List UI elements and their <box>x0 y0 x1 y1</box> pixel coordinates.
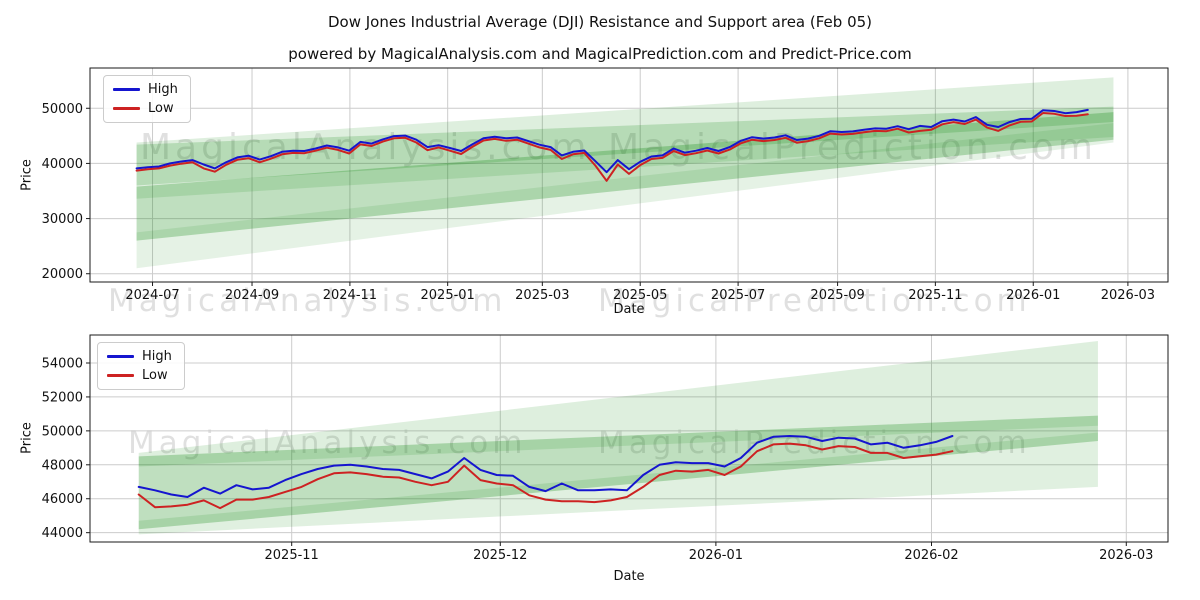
x-tick-label: 2025-07 <box>711 288 765 303</box>
legend: High Low <box>103 75 191 123</box>
legend-item-low: Low <box>113 102 178 115</box>
legend-label: High <box>142 349 172 364</box>
x-tick-label: 2024-09 <box>225 288 279 303</box>
y-tick-label: 20000 <box>42 267 83 282</box>
x-axis-label-top: Date <box>613 302 645 317</box>
figure-subtitle: powered by MagicalAnalysis.com and Magic… <box>288 45 912 63</box>
y-tick-label: 46000 <box>42 492 83 507</box>
x-axis-label-bottom: Date <box>613 569 645 584</box>
y-tick-label: 48000 <box>42 458 83 473</box>
legend-line-swatch <box>107 374 134 377</box>
y-tick-label: 40000 <box>42 157 83 172</box>
x-tick-label: 2026-01 <box>1006 288 1060 303</box>
x-tick-label: 2024-11 <box>323 288 377 303</box>
x-tick-label: 2025-09 <box>810 288 864 303</box>
y-tick-label: 50000 <box>42 102 83 117</box>
y-tick-label: 44000 <box>42 526 83 541</box>
y-axis-label-bottom: Price <box>19 422 35 454</box>
x-tick-label: 2025-05 <box>613 288 667 303</box>
figure-canvas: Dow Jones Industrial Average (DJI) Resis… <box>0 0 1200 600</box>
price-chart-recent-zoom: 2025-11 2025-12 2026-01 2026-02 2026-03 44000… <box>42 334 1169 563</box>
x-tick-label: 2026-03 <box>1101 288 1155 303</box>
legend-line-swatch <box>113 107 140 110</box>
y-axis-label-top: Price <box>19 159 35 191</box>
x-tick-label: 2026-02 <box>904 548 958 563</box>
x-tick-label: 2026-01 <box>689 548 743 563</box>
y-tick-label: 50000 <box>42 424 83 439</box>
legend-item-high: High <box>107 350 172 363</box>
legend-line-swatch <box>107 355 134 358</box>
x-tick-label: 2025-11 <box>908 288 962 303</box>
legend-label: High <box>148 82 178 97</box>
y-tick-label: 52000 <box>42 390 83 405</box>
x-tick-label: 2024-07 <box>125 288 179 303</box>
legend-line-swatch <box>113 88 140 91</box>
x-tick-label: 2026-03 <box>1099 548 1153 563</box>
figure-title: Dow Jones Industrial Average (DJI) Resis… <box>327 13 873 31</box>
x-tick-label: 2025-12 <box>473 548 527 563</box>
y-tick-label: 30000 <box>42 212 83 227</box>
legend-label: Low <box>142 368 168 383</box>
legend-label: Low <box>148 101 174 116</box>
y-tick-label: 54000 <box>42 356 83 371</box>
legend-item-low: Low <box>107 369 172 382</box>
legend-item-high: High <box>113 83 178 96</box>
legend: High Low <box>97 342 185 390</box>
x-tick-label: 2025-01 <box>421 288 475 303</box>
figure: { "title": "Dow Jones Industrial Average… <box>0 0 1200 600</box>
price-chart-full-history: 2024-07 2024-09 2024-11 2025-01 2025-03 2025-… <box>42 67 1169 303</box>
x-tick-label: 2025-03 <box>515 288 569 303</box>
x-tick-label: 2025-11 <box>265 548 319 563</box>
